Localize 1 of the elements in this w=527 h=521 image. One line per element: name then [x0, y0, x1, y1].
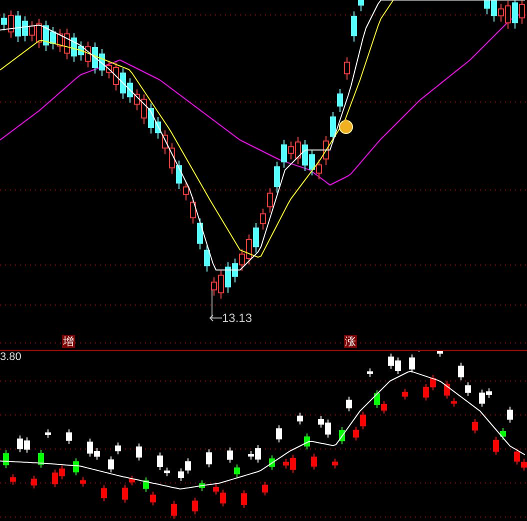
scale-label: 3.80: [0, 352, 22, 363]
